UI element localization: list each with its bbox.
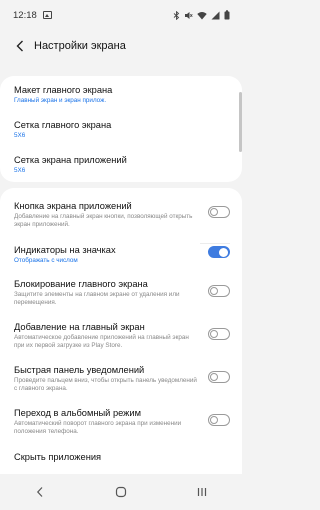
home-icon	[115, 486, 127, 498]
quick-panel-toggle[interactable]	[208, 371, 230, 383]
lock-home-toggle[interactable]	[208, 285, 230, 297]
setting-subtitle: Проведите пальцем вниз, чтобы открыть па…	[14, 377, 197, 392]
setting-title: Переход в альбомный режим	[14, 408, 141, 418]
mute-icon	[185, 11, 193, 19]
scrollbar[interactable]	[239, 92, 242, 152]
setting-title: Индикаторы на значках	[14, 245, 116, 255]
setting-subtitle: 5X6	[14, 167, 26, 174]
badge-indicators-toggle[interactable]	[208, 246, 230, 258]
nav-back-button[interactable]	[25, 480, 55, 504]
setting-home-grid[interactable]: Сетка главного экрана 5X6	[14, 119, 230, 140]
status-time: 12:18	[13, 9, 37, 21]
battery-icon	[224, 10, 230, 20]
setting-subtitle: Главный экран и экран прилож.	[14, 97, 107, 104]
back-arrow-icon	[16, 40, 23, 52]
setting-title: Сетка экрана приложений	[14, 155, 127, 165]
setting-badge-indicators[interactable]: Индикаторы на значках Отображать с число…	[14, 244, 198, 265]
bluetooth-icon	[173, 10, 180, 20]
setting-subtitle: Добавление на главный экран кнопки, позв…	[14, 213, 193, 228]
recents-icon	[197, 488, 206, 496]
status-icons	[173, 10, 230, 20]
back-button[interactable]	[10, 36, 30, 56]
setting-subtitle: Автоматическое добавление приложений на …	[14, 334, 189, 349]
setting-subtitle: Защитите элементы на главном экране от у…	[14, 291, 180, 306]
setting-subtitle: 5X6	[14, 132, 26, 139]
nav-home-button[interactable]	[106, 480, 136, 504]
setting-apps-button[interactable]: Кнопка экрана приложений Добавление на г…	[14, 200, 198, 229]
setting-title: Макет главного экрана	[14, 85, 113, 95]
back-chevron-icon	[37, 487, 43, 497]
navigation-bar	[0, 474, 242, 510]
settings-group-options: Кнопка экрана приложений Добавление на г…	[0, 188, 242, 474]
setting-landscape[interactable]: Переход в альбомный режим Автоматический…	[14, 407, 198, 436]
gallery-notification-icon	[42, 11, 52, 19]
landscape-toggle[interactable]	[208, 414, 230, 426]
setting-lock-home[interactable]: Блокирование главного экрана Защитите эл…	[14, 278, 198, 307]
signal-icon	[211, 11, 220, 19]
wifi-icon	[197, 11, 207, 19]
settings-group-layout: Макет главного экрана Главный экран и эк…	[0, 76, 242, 182]
setting-title: Сетка главного экрана	[14, 120, 112, 130]
setting-subtitle: Отображать с числом	[14, 257, 78, 264]
setting-quick-panel[interactable]: Быстрая панель уведомлений Проведите пал…	[14, 364, 198, 393]
setting-title: Блокирование главного экрана	[14, 279, 148, 289]
setting-add-to-home[interactable]: Добавление на главный экран Автоматическ…	[14, 321, 198, 350]
setting-subtitle: Автоматический поворот главного экрана п…	[14, 420, 182, 435]
setting-title: Быстрая панель уведомлений	[14, 365, 145, 375]
nav-recents-button[interactable]	[187, 480, 217, 504]
setting-apps-grid[interactable]: Сетка экрана приложений 5X6	[14, 154, 230, 175]
setting-title: Скрыть приложения	[14, 452, 102, 462]
setting-home-layout[interactable]: Макет главного экрана Главный экран и эк…	[14, 84, 230, 105]
app-bar: Настройки экрана	[0, 30, 242, 62]
status-bar: 12:18	[0, 0, 242, 30]
setting-hide-apps[interactable]: Скрыть приложения	[14, 451, 230, 463]
add-to-home-toggle[interactable]	[208, 328, 230, 340]
setting-title: Добавление на главный экран	[14, 322, 145, 332]
toggle-divider	[200, 243, 230, 244]
apps-button-toggle[interactable]	[208, 206, 230, 218]
page-title: Настройки экрана	[34, 40, 126, 52]
setting-title: Кнопка экрана приложений	[14, 201, 132, 211]
